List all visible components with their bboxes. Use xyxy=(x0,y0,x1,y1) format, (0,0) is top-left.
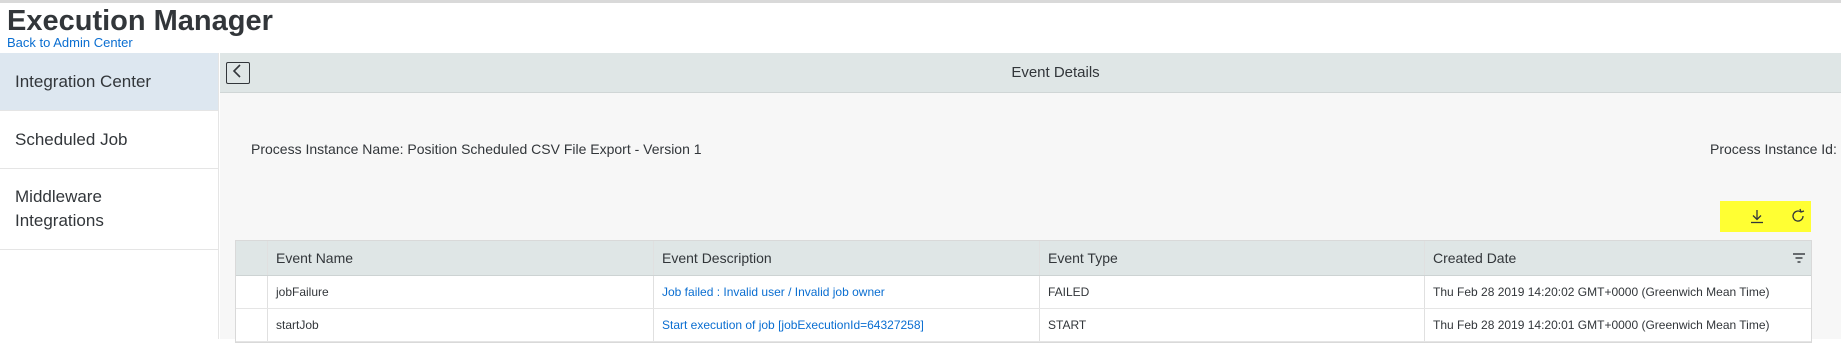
event-description-link[interactable]: Job failed : Invalid user / Invalid job … xyxy=(662,285,885,299)
back-button[interactable] xyxy=(226,62,250,84)
back-to-admin-center-link[interactable]: Back to Admin Center xyxy=(7,35,133,51)
select-column-header[interactable] xyxy=(236,241,268,275)
event-type-cell: FAILED xyxy=(1040,276,1425,308)
header-title: Event Details xyxy=(1011,64,1100,81)
table-row[interactable]: startJob Start execution of job [jobExec… xyxy=(236,309,1811,342)
sidebar-item-label: Middleware Integrations xyxy=(15,187,104,230)
refresh-button[interactable] xyxy=(1788,208,1808,228)
event-description-cell: Start execution of job [jobExecutionId=6… xyxy=(654,309,1040,341)
sidebar: Integration Center Scheduled Job Middlew… xyxy=(0,53,219,339)
event-type-cell: START xyxy=(1040,309,1425,341)
download-button[interactable] xyxy=(1747,208,1767,228)
created-date-cell: Thu Feb 28 2019 14:20:01 GMT+0000 (Green… xyxy=(1433,318,1770,332)
column-header-label: Created Date xyxy=(1433,250,1517,266)
download-icon xyxy=(1749,208,1765,229)
created-date-cell: Thu Feb 28 2019 14:20:02 GMT+0000 (Green… xyxy=(1433,285,1770,299)
column-header-created-date[interactable]: Created Date xyxy=(1425,241,1811,275)
main-panel: Event Details Process Instance Name: Pos… xyxy=(220,53,1841,343)
row-selector[interactable] xyxy=(236,276,268,308)
chevron-left-icon xyxy=(232,63,244,83)
event-description-cell: Job failed : Invalid user / Invalid job … xyxy=(654,276,1040,308)
column-header-event-type[interactable]: Event Type xyxy=(1040,241,1425,275)
sidebar-item-middleware-integrations[interactable]: Middleware Integrations xyxy=(0,169,218,250)
event-details-header: Event Details xyxy=(220,53,1841,93)
table-header-row: Event Name Event Description Event Type … xyxy=(236,241,1811,276)
sidebar-item-integration-center[interactable]: Integration Center xyxy=(0,53,218,111)
sidebar-item-label: Integration Center xyxy=(15,71,152,91)
refresh-icon xyxy=(1790,208,1806,229)
row-selector[interactable] xyxy=(236,309,268,341)
process-instance-id: Process Instance Id: 1 xyxy=(1710,141,1841,157)
process-instance-name: Process Instance Name: Position Schedule… xyxy=(251,141,702,157)
top-border xyxy=(0,0,1841,3)
table-row[interactable]: jobFailure Job failed : Invalid user / I… xyxy=(236,276,1811,309)
sidebar-item-label: Scheduled Job xyxy=(15,129,128,149)
event-name-cell: jobFailure xyxy=(268,276,654,308)
page-title: Execution Manager xyxy=(7,5,273,37)
filter-icon[interactable] xyxy=(1793,250,1805,266)
column-header-event-description[interactable]: Event Description xyxy=(654,241,1040,275)
event-name-cell: startJob xyxy=(268,309,654,341)
events-table: Event Name Event Description Event Type … xyxy=(235,240,1812,343)
column-header-event-name[interactable]: Event Name xyxy=(268,241,654,275)
sidebar-item-scheduled-job[interactable]: Scheduled Job xyxy=(0,111,218,169)
event-description-link[interactable]: Start execution of job [jobExecutionId=6… xyxy=(662,318,924,332)
